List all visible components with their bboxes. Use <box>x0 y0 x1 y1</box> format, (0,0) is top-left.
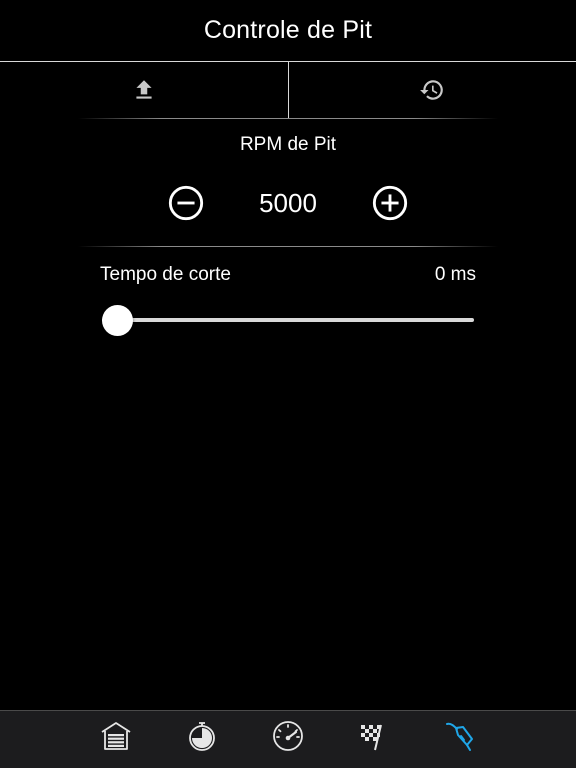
slider-thumb[interactable] <box>102 305 133 336</box>
rpm-decrement-button[interactable] <box>166 183 206 223</box>
history-icon <box>420 80 444 100</box>
tab-speedometer[interactable] <box>269 717 307 755</box>
section-separator <box>78 118 498 119</box>
section-separator <box>78 246 498 247</box>
tab-pit[interactable] <box>441 717 479 755</box>
tab-race[interactable] <box>355 717 393 755</box>
cut-time-slider[interactable] <box>102 302 474 338</box>
cut-time-label: Tempo de corte <box>100 264 231 285</box>
fuel-nozzle-icon <box>446 722 473 751</box>
upload-button[interactable] <box>0 62 288 118</box>
tab-garage[interactable] <box>97 717 135 755</box>
tab-stopwatch[interactable] <box>183 717 221 755</box>
rpm-stepper: 5000 <box>0 182 576 224</box>
cut-time-value: 0 ms <box>434 264 476 285</box>
stopwatch-icon <box>189 722 215 751</box>
upload-icon <box>136 80 152 99</box>
rpm-label: RPM de Pit <box>239 134 337 155</box>
rpm-value: 5000 <box>259 187 317 218</box>
slider-track <box>102 318 474 322</box>
plus-circle-icon <box>372 185 408 221</box>
history-button[interactable] <box>289 62 576 118</box>
minus-circle-icon <box>168 185 204 221</box>
speedometer-icon <box>273 721 303 751</box>
toolbar <box>0 62 576 118</box>
garage-icon <box>101 722 131 750</box>
page-title: Controle de Pit <box>203 16 373 44</box>
checkered-flag-icon <box>361 724 382 751</box>
tab-bar <box>0 710 576 768</box>
navigation-bar: Controle de Pit <box>0 0 576 62</box>
rpm-increment-button[interactable] <box>370 183 410 223</box>
